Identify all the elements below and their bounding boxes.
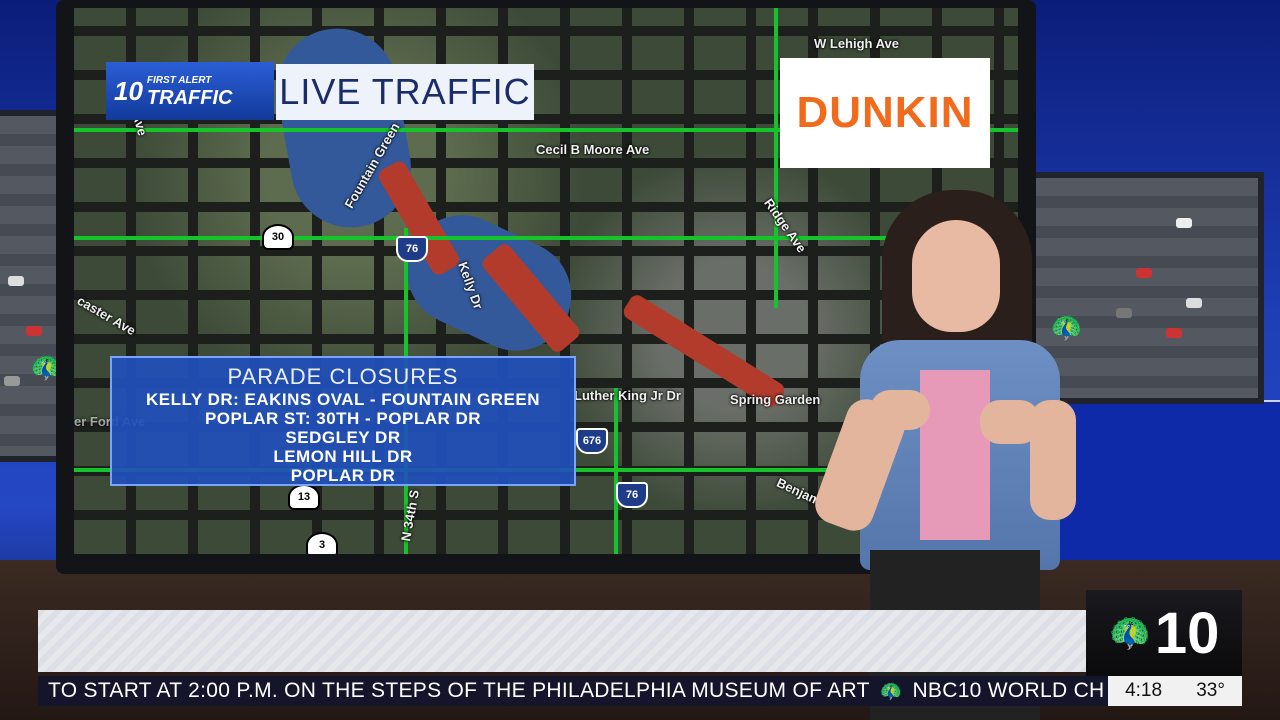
us-30-shield-icon: 30 [262,224,294,250]
closure-item: POPLAR DR [290,466,396,485]
label-ridge-ave: Ridge Ave [761,195,810,256]
i-76-shield-icon: 76 [616,482,648,508]
clock-time: 4:18 [1125,680,1163,701]
car [8,276,24,286]
news-ticker: TO START AT 2:00 P.M. ON THE STEPS OF TH… [38,676,1108,706]
route-13-shield-icon: 13 [288,484,320,510]
nbc10-logo-number: 10 [114,75,143,106]
i-76-shield-icon: 76 [396,236,428,262]
closure-item: LEMON HILL DR [273,447,413,466]
traffic-line: TRAFFIC [146,87,233,109]
reporter-pink-top [920,370,990,540]
lower-third-bar [38,610,1088,672]
first-alert-traffic-logo: 10 FIRST ALERT TRAFFIC [106,62,274,120]
first-alert-line: FIRST ALERT [146,75,212,86]
sponsor-logo: DUNKIN [780,58,990,168]
closures-heading: PARADE CLOSURES [227,364,459,389]
parade-closures-panel: PARADE CLOSURES KELLY DR: EAKINS OVAL - … [110,356,576,486]
first-alert-text: FIRST ALERT TRAFFIC [147,74,233,108]
sponsor-name: DUNKIN [796,88,974,137]
reporter-arm [1030,400,1076,520]
car [1136,268,1152,278]
car [1176,218,1192,228]
closure-item: POPLAR ST: 30TH - POPLAR DR [204,409,482,428]
closure-item: SEDGLEY DR [285,428,401,447]
flowing-road [774,8,778,308]
nbc-peacock-icon: 🦚 [879,681,903,701]
label-n-34th-st: N 34th S [398,488,422,543]
time-temp-bar: 4:18 33° [1108,676,1242,706]
nbc10-channel-bug: 🦚 10 [1086,590,1242,676]
reporter-face [912,220,1000,332]
car [26,326,42,336]
flowing-road [614,388,618,554]
car [1186,298,1202,308]
car [1116,308,1132,318]
nbc-peacock-icon: 🦚 [1108,614,1151,652]
i-676-shield-icon: 676 [576,428,608,454]
label-cecil-b-moore-ave: Cecil B Moore Ave [536,142,650,157]
reporter-hand [870,390,930,430]
label-mlk-dr: Luther King Jr Dr [574,388,681,403]
label-w-lehigh-ave: W Lehigh Ave [814,36,899,51]
route-3-shield-icon: 3 [306,532,338,554]
car [1166,328,1182,338]
channel-number: 10 [1154,600,1220,666]
label-spring-garden: Spring Garden [730,392,821,407]
closure-item: KELLY DR: EAKINS OVAL - FOUNTAIN GREEN [146,390,540,409]
ticker-text: TO START AT 2:00 P.M. ON THE STEPS OF TH… [48,679,870,702]
ticker-next-text: NBC10 WORLD CH [912,679,1105,702]
page-title: LIVE TRAFFIC [276,64,534,120]
label-lancaster-ave: caster Ave [74,292,139,339]
car [4,376,20,386]
temperature: 33° [1196,680,1225,701]
